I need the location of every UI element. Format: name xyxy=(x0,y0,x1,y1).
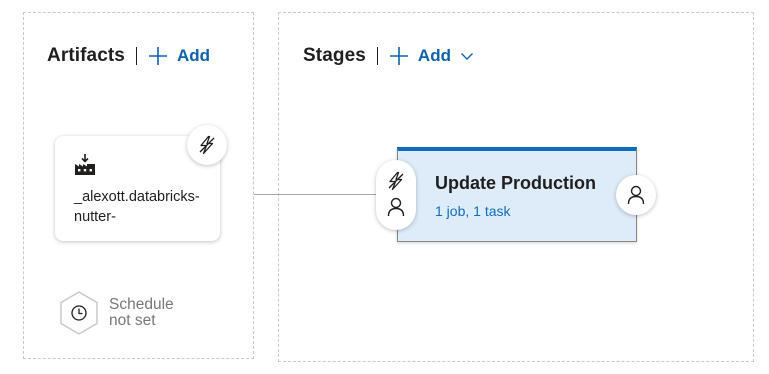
add-artifact-label: Add xyxy=(176,46,211,65)
chevron-down-icon xyxy=(460,49,474,63)
stages-header: Stages Add xyxy=(303,44,474,68)
continuous-deployment-trigger-button[interactable] xyxy=(187,125,227,165)
lightning-icon xyxy=(386,171,406,191)
artifacts-title: Artifacts xyxy=(47,45,125,66)
pre-deployment-conditions-button[interactable] xyxy=(376,160,416,230)
pipeline-connector xyxy=(254,194,378,195)
plus-icon xyxy=(148,46,168,66)
person-icon xyxy=(387,197,405,217)
stage-name: Update Production xyxy=(435,173,596,193)
header-divider xyxy=(135,47,137,65)
header-divider xyxy=(376,47,378,65)
add-stage-label: Add xyxy=(417,46,451,65)
stage-card[interactable]: Update Production 1 job, 1 task xyxy=(397,147,637,242)
build-artifact-icon xyxy=(74,154,96,176)
lightning-icon xyxy=(197,135,217,155)
add-stage-button[interactable]: Add xyxy=(389,46,474,66)
add-artifact-button[interactable]: Add xyxy=(148,46,210,66)
person-icon xyxy=(627,185,645,205)
artifact-name: _alexott.databricks-nutter- xyxy=(74,189,200,225)
post-deployment-approvals-button[interactable] xyxy=(616,175,656,215)
schedule-label: Schedule not set xyxy=(109,296,174,329)
artifacts-header: Artifacts Add xyxy=(47,44,210,68)
stage-job-summary-link[interactable]: 1 job, 1 task xyxy=(435,203,511,219)
stages-title: Stages xyxy=(303,45,366,66)
plus-icon xyxy=(389,46,409,66)
clock-icon xyxy=(58,290,100,336)
schedule-trigger[interactable]: Schedule not set xyxy=(58,290,199,336)
